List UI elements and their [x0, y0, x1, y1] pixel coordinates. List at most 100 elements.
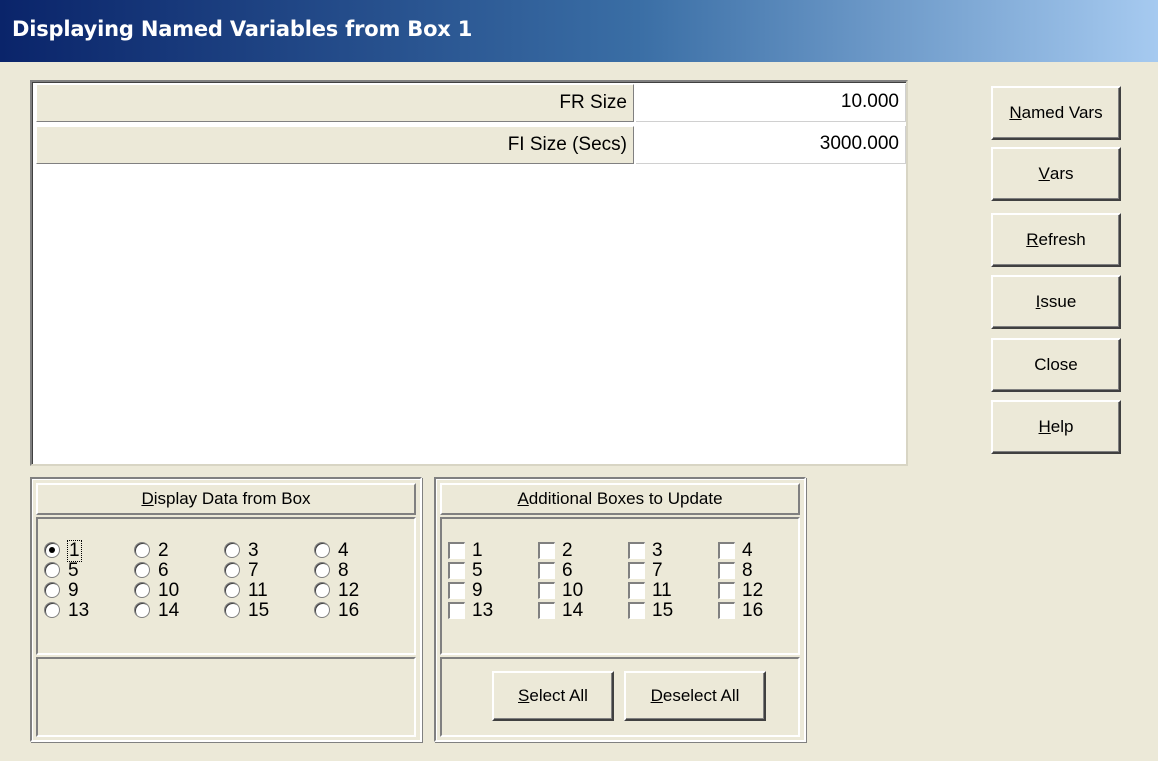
checkbox-icon[interactable] — [448, 542, 465, 559]
checkbox-icon[interactable] — [448, 582, 465, 599]
named-vars-label: amed Vars — [1021, 103, 1103, 122]
box-radio-9[interactable]: 9 — [44, 581, 134, 601]
issue-button[interactable]: Issue — [991, 275, 1121, 329]
help-button[interactable]: Help — [991, 400, 1121, 454]
radio-button-icon[interactable] — [224, 562, 240, 578]
checkbox-icon[interactable] — [718, 562, 735, 579]
box-checkbox-4[interactable]: 4 — [718, 541, 808, 561]
box-checkbox-11[interactable]: 11 — [628, 581, 718, 601]
checkbox-label: 15 — [652, 600, 674, 621]
box-radio-16[interactable]: 16 — [314, 601, 404, 621]
box-checkbox-6[interactable]: 6 — [538, 561, 628, 581]
radio-label: 11 — [248, 580, 268, 601]
box-radio-15[interactable]: 15 — [224, 601, 314, 621]
checkbox-icon[interactable] — [628, 562, 645, 579]
radio-button-icon[interactable] — [314, 542, 330, 558]
box-radio-7[interactable]: 7 — [224, 561, 314, 581]
box-radio-14[interactable]: 14 — [134, 601, 224, 621]
grid-row[interactable]: FI Size (Secs) 3000.000 — [36, 126, 906, 166]
checkbox-icon[interactable] — [628, 602, 645, 619]
checkbox-icon[interactable] — [448, 602, 465, 619]
box-checkbox-12[interactable]: 12 — [718, 581, 808, 601]
box-radio-8[interactable]: 8 — [314, 561, 404, 581]
vars-button[interactable]: Vars — [991, 147, 1121, 201]
radio-button-icon[interactable] — [44, 582, 60, 598]
box-radio-10[interactable]: 10 — [134, 581, 224, 601]
radio-button-icon[interactable] — [134, 542, 150, 558]
box-radio-12[interactable]: 12 — [314, 581, 404, 601]
close-button[interactable]: Close — [991, 338, 1121, 392]
radio-button-icon[interactable] — [224, 582, 240, 598]
radio-button-icon[interactable] — [314, 582, 330, 598]
box-radio-3[interactable]: 3 — [224, 541, 314, 561]
checkbox-icon[interactable] — [538, 582, 555, 599]
variable-value-cell[interactable]: 3000.000 — [636, 126, 906, 164]
box-checkbox-15[interactable]: 15 — [628, 601, 718, 621]
box-radio-4[interactable]: 4 — [314, 541, 404, 561]
box-radio-2[interactable]: 2 — [134, 541, 224, 561]
box-radio-13[interactable]: 13 — [44, 601, 134, 621]
box-radio-5[interactable]: 5 — [44, 561, 134, 581]
radio-button-icon[interactable] — [44, 602, 60, 618]
issue-label: ssue — [1040, 292, 1077, 311]
radio-label: 15 — [248, 600, 270, 621]
box-checkbox-9[interactable]: 9 — [448, 581, 538, 601]
refresh-button[interactable]: Refresh — [991, 213, 1121, 267]
radio-label: 5 — [68, 560, 79, 581]
box-checkbox-2[interactable]: 2 — [538, 541, 628, 561]
help-label: elp — [1050, 417, 1074, 436]
radio-button-icon[interactable] — [44, 542, 60, 558]
additional-boxes-heading-mnemonic: A — [517, 489, 529, 508]
radio-label: 16 — [338, 600, 360, 621]
checkbox-label: 16 — [742, 600, 764, 621]
vars-mnemonic: V — [1038, 164, 1050, 183]
box-checkbox-5[interactable]: 5 — [448, 561, 538, 581]
checkbox-label: 3 — [652, 540, 663, 561]
checkbox-icon[interactable] — [628, 582, 645, 599]
checkbox-icon[interactable] — [448, 562, 465, 579]
checkbox-icon[interactable] — [538, 562, 555, 579]
radio-label: 3 — [248, 540, 259, 561]
radio-button-icon[interactable] — [224, 542, 240, 558]
box-checkbox-8[interactable]: 8 — [718, 561, 808, 581]
display-data-heading-mnemonic: D — [141, 489, 154, 508]
checkbox-label: 10 — [562, 580, 584, 601]
close-label: Close — [1034, 355, 1078, 374]
named-variables-grid[interactable]: FR Size 10.000 FI Size (Secs) 3000.000 — [30, 80, 908, 466]
checkbox-icon[interactable] — [718, 582, 735, 599]
checkbox-icon[interactable] — [628, 542, 645, 559]
radio-label: 13 — [68, 600, 90, 621]
box-radio-6[interactable]: 6 — [134, 561, 224, 581]
radio-label: 12 — [338, 580, 360, 601]
checkbox-icon[interactable] — [538, 542, 555, 559]
box-radio-1[interactable]: 1 — [44, 540, 134, 562]
box-checkbox-7[interactable]: 7 — [628, 561, 718, 581]
radio-button-icon[interactable] — [224, 602, 240, 618]
named-vars-button[interactable]: Named Vars — [991, 86, 1121, 140]
help-mnemonic: H — [1038, 417, 1051, 436]
radio-button-icon[interactable] — [134, 562, 150, 578]
radio-button-icon[interactable] — [314, 602, 330, 618]
checkbox-icon[interactable] — [718, 542, 735, 559]
display-data-group: Display Data from Box 1 2 3 4 5 6 7 8 9 10 11 12 13 1… — [30, 477, 422, 742]
variable-value-cell[interactable]: 10.000 — [636, 84, 906, 122]
box-checkbox-1[interactable]: 1 — [448, 541, 538, 561]
grid-row[interactable]: FR Size 10.000 — [36, 84, 906, 124]
vars-label: ars — [1049, 164, 1074, 183]
box-checkbox-10[interactable]: 10 — [538, 581, 628, 601]
deselect-all-button[interactable]: Deselect All — [624, 671, 766, 721]
box-checkbox-3[interactable]: 3 — [628, 541, 718, 561]
box-radio-11[interactable]: 11 — [224, 581, 314, 601]
radio-button-icon[interactable] — [44, 562, 60, 578]
radio-button-icon[interactable] — [134, 602, 150, 618]
checkbox-label: 4 — [742, 540, 753, 561]
radio-button-icon[interactable] — [314, 562, 330, 578]
select-all-button[interactable]: Select All — [492, 671, 614, 721]
checkbox-label: 5 — [472, 560, 483, 581]
checkbox-icon[interactable] — [538, 602, 555, 619]
box-checkbox-14[interactable]: 14 — [538, 601, 628, 621]
box-checkbox-13[interactable]: 13 — [448, 601, 538, 621]
checkbox-icon[interactable] — [718, 602, 735, 619]
box-checkbox-16[interactable]: 16 — [718, 601, 808, 621]
radio-button-icon[interactable] — [134, 582, 150, 598]
